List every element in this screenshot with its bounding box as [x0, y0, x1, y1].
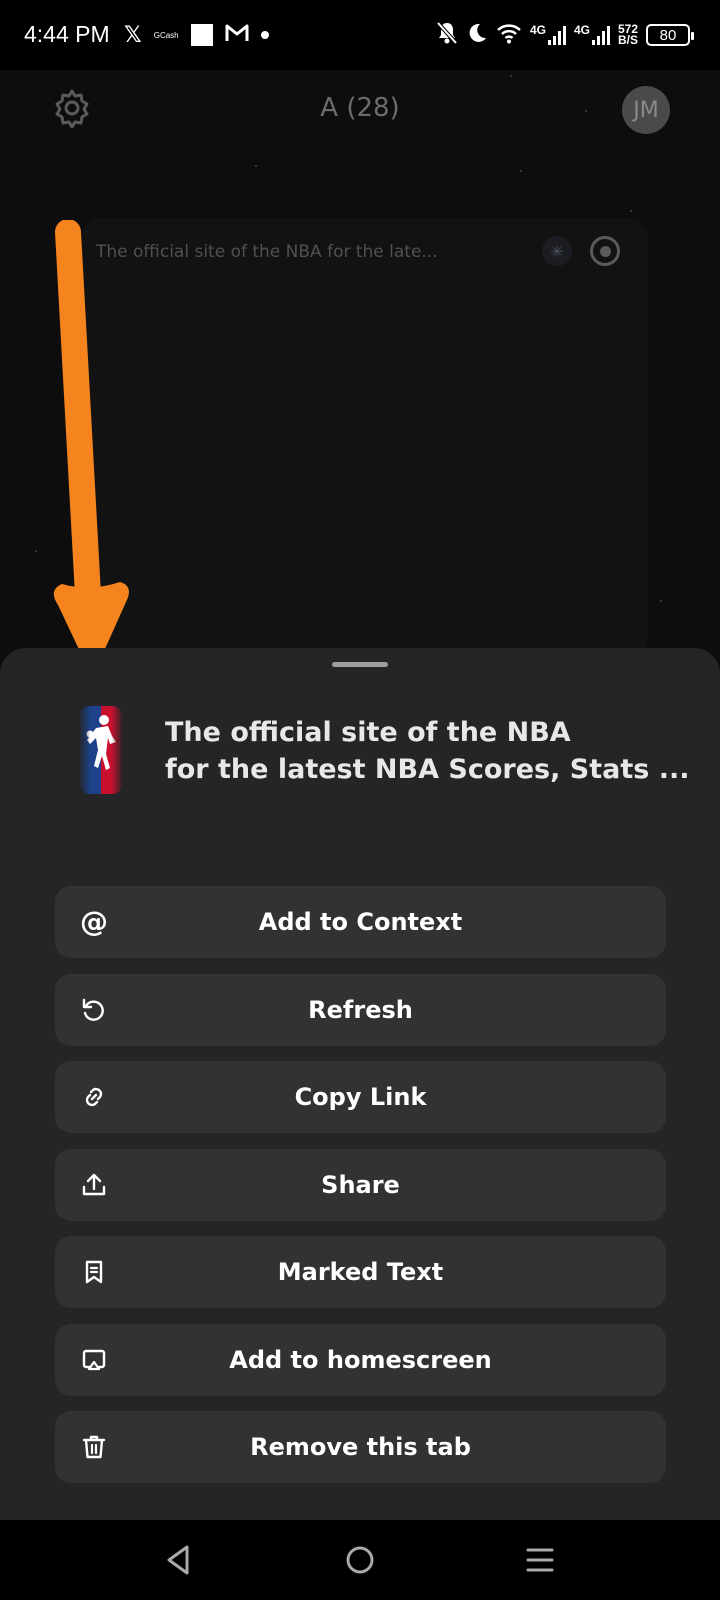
bookmark-icon: [79, 1257, 109, 1287]
system-icons: 4G 4G 572 B/S 80: [436, 18, 694, 52]
network-type-2: 4G: [573, 23, 590, 37]
wifi-icon: [496, 22, 522, 48]
page-title: The official site of the NBA for the lat…: [165, 714, 690, 788]
signal-2: 4G: [573, 23, 610, 45]
homescreen-icon: [79, 1345, 109, 1375]
share-button[interactable]: Share: [55, 1148, 666, 1221]
system-nav-bar: [0, 1520, 720, 1600]
remove-tab-button[interactable]: Remove this tab: [55, 1411, 666, 1483]
gmail-icon: [225, 23, 249, 47]
action-label: Refresh: [308, 995, 413, 1024]
notification-icons: 𝕏 GCash: [124, 20, 269, 50]
battery-icon: 80: [646, 24, 694, 46]
tab-card[interactable]: The official site of the NBA for the lat…: [82, 218, 648, 658]
nba-logo-icon: [80, 706, 122, 794]
recents-icon[interactable]: [520, 1540, 560, 1580]
action-list: @ Add to Context Refresh Copy Link Share: [55, 886, 666, 1499]
marked-text-button[interactable]: Marked Text: [55, 1236, 666, 1308]
status-bar: 4:44 PM 𝕏 GCash 4G 4G 572 B/S 80: [0, 0, 720, 70]
page-title-line-1: The official site of the NBA: [165, 717, 571, 748]
status-time: 4:44 PM: [24, 21, 110, 47]
dot-icon: [260, 31, 269, 39]
refresh-button[interactable]: Refresh: [55, 973, 666, 1046]
moon-icon: [466, 22, 488, 48]
action-label: Share: [321, 1170, 400, 1199]
action-label: Add to Context: [258, 908, 463, 936]
signal-1: 4G: [529, 23, 566, 45]
network-type-1: 4G: [529, 23, 546, 37]
page-title-line-2: for the latest NBA Scores, Stats ...: [165, 754, 690, 785]
network-speed: 572 B/S: [617, 23, 638, 47]
share-icon: [79, 1170, 109, 1200]
link-icon: [79, 1082, 109, 1112]
action-label: Remove this tab: [250, 1433, 471, 1461]
action-label: Copy Link: [294, 1083, 427, 1111]
signal-bars-icon: [591, 25, 610, 45]
drag-handle[interactable]: [332, 662, 388, 667]
add-to-context-button[interactable]: @ Add to Context: [55, 886, 666, 958]
refresh-icon: [79, 995, 109, 1025]
trash-icon: [79, 1432, 109, 1462]
signal-bars-icon: [547, 25, 566, 45]
ai-sparkle-icon[interactable]: ✳: [542, 236, 572, 266]
tab-group-title: A (28): [320, 93, 400, 123]
bell-off-icon: [436, 21, 458, 49]
back-icon[interactable]: [158, 1540, 198, 1580]
avatar[interactable]: JM: [622, 86, 670, 134]
copy-link-button[interactable]: Copy Link: [55, 1061, 666, 1133]
at-icon: @: [80, 905, 108, 938]
speed-unit: B/S: [617, 33, 638, 47]
record-icon[interactable]: [590, 236, 620, 266]
square-icon: [190, 24, 213, 46]
action-label: Add to homescreen: [229, 1345, 492, 1374]
action-label: Marked Text: [277, 1258, 444, 1286]
home-icon[interactable]: [340, 1540, 380, 1580]
annotation-arrow: [53, 220, 129, 666]
add-to-homescreen-button[interactable]: Add to homescreen: [55, 1323, 666, 1396]
x-icon: 𝕏: [124, 22, 142, 48]
tab-options-sheet: The official site of the NBA for the lat…: [0, 648, 720, 1520]
gcash-icon: GCash: [153, 30, 179, 40]
